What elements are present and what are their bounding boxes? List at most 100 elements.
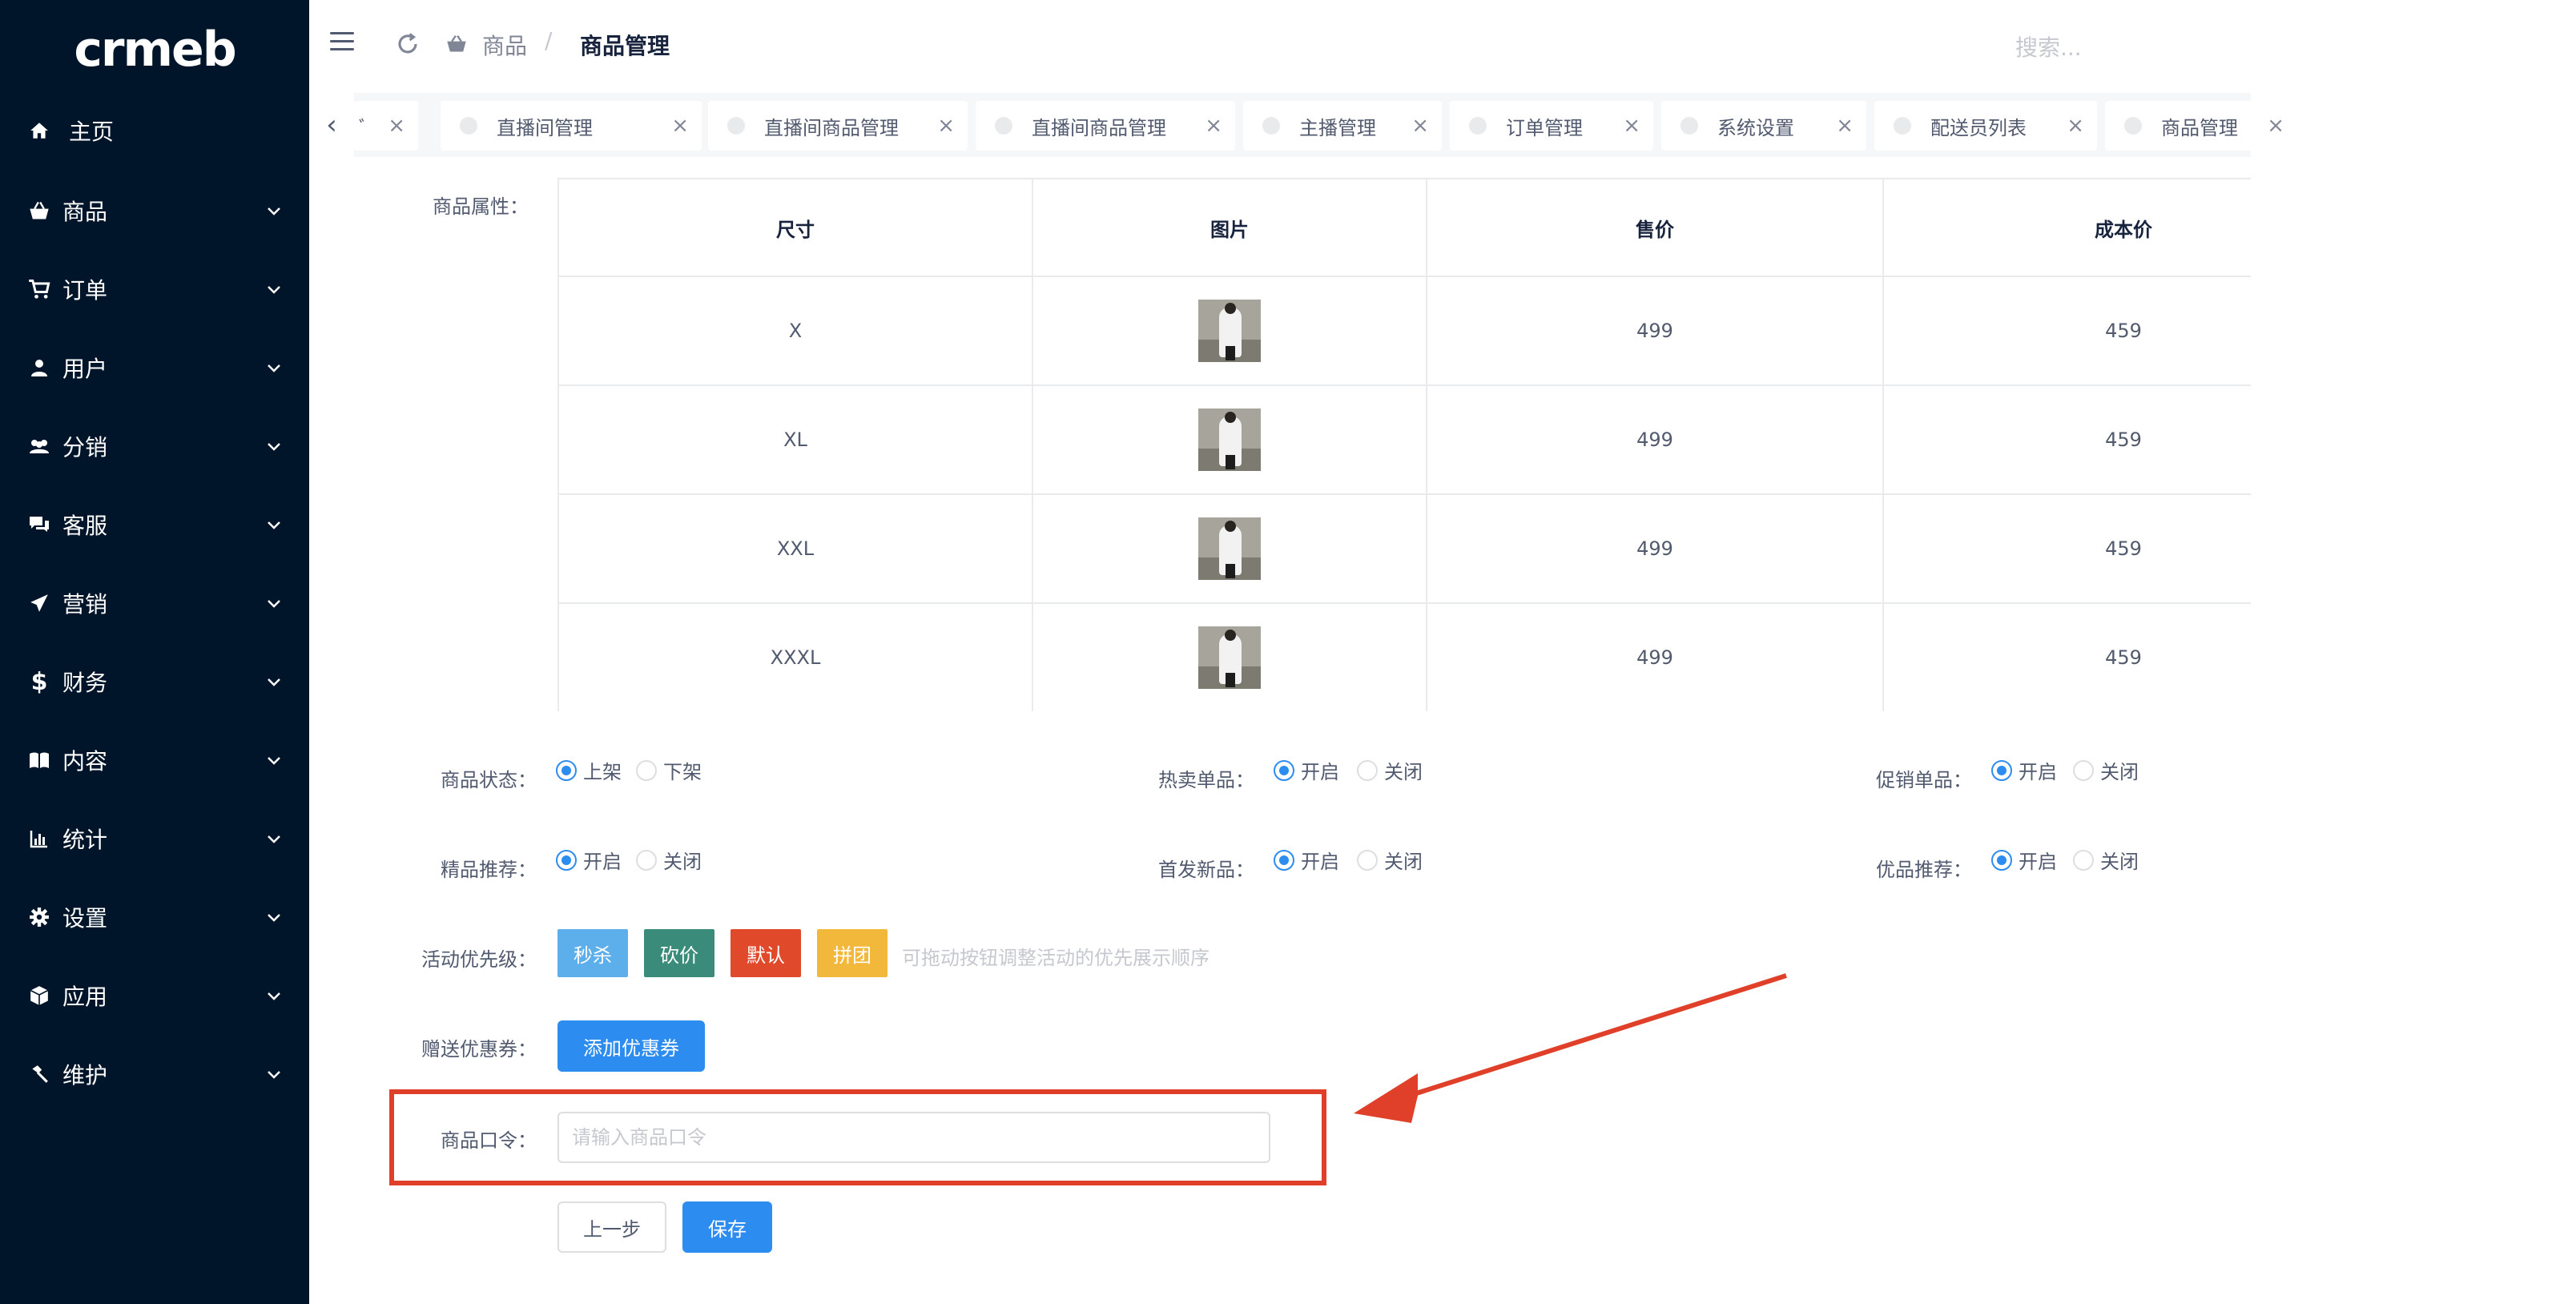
sidebar-item-service[interactable]: 客服 <box>0 485 309 564</box>
good-on-radio[interactable]: 开启 <box>1991 846 2057 874</box>
search-input[interactable]: 搜索... <box>2015 30 2082 62</box>
sidebar-item-marketing[interactable]: 营销 <box>0 564 309 642</box>
tab-delivery[interactable]: 配送员列表 × <box>1874 101 2097 151</box>
tab-dot <box>2124 117 2142 135</box>
best-on-radio[interactable]: 开启 <box>556 846 622 874</box>
tab-live-goods-2[interactable]: 直播间商品管理 × <box>976 101 1235 151</box>
sidebar-item-stats[interactable]: 统计 <box>0 799 309 878</box>
best-off-radio[interactable]: 关闭 <box>636 846 702 874</box>
product-thumbnail[interactable] <box>1198 300 1261 362</box>
table-header-size: 尺寸 <box>559 179 1033 277</box>
product-thumbnail[interactable] <box>1198 517 1261 580</box>
table-cell-size: XL <box>559 386 1033 495</box>
hammer-icon <box>27 1062 51 1086</box>
hot-on-radio[interactable]: 开启 <box>1274 756 1339 784</box>
priority-label: 活动优先级： <box>421 948 537 971</box>
tab-partial[interactable]: ﾞ × <box>354 101 418 151</box>
new-off-radio[interactable]: 关闭 <box>1357 846 1423 874</box>
tab-system[interactable]: 系统设置 × <box>1661 101 1866 151</box>
radio-label: 开启 <box>2019 851 2057 873</box>
new-on-radio[interactable]: 开启 <box>1274 846 1339 874</box>
send-icon <box>27 591 51 615</box>
radio-label: 关闭 <box>663 851 702 873</box>
sidebar-item-label: 财务 <box>62 670 108 696</box>
product-thumbnail[interactable] <box>1198 409 1261 471</box>
sidebar: crmeb 主页 商品 订单 用户 分销 客服 营销 $ 财务 内容 统计 设置… <box>0 0 309 1304</box>
radio-label: 开启 <box>1301 761 1339 783</box>
sidebar-item-content[interactable]: 内容 <box>0 721 309 799</box>
status-off-radio[interactable]: 下架 <box>636 756 702 784</box>
chevron-down-icon <box>268 364 280 372</box>
tab-label: 系统设置 <box>1717 116 1794 139</box>
breadcrumb-item[interactable]: 商品 <box>482 29 527 61</box>
logo[interactable]: crmeb <box>0 21 309 78</box>
add-coupon-button[interactable]: 添加优惠券 <box>557 1020 705 1072</box>
tab-live-goods[interactable]: 直播间商品管理 × <box>708 101 968 151</box>
product-thumbnail[interactable] <box>1198 626 1261 689</box>
menu-toggle-icon[interactable] <box>330 32 354 51</box>
radio-label: 关闭 <box>1384 851 1423 873</box>
priority-tag-default[interactable]: 默认 <box>731 929 801 977</box>
table-cell-cost: 459 <box>1884 604 2251 711</box>
tab-label: 订单管理 <box>1506 116 1583 139</box>
tab-orders[interactable]: 订单管理 × <box>1450 101 1653 151</box>
close-icon[interactable]: × <box>2067 114 2084 138</box>
tab-partial-label: ﾞ <box>359 116 368 139</box>
sidebar-item-user[interactable]: 用户 <box>0 328 309 407</box>
sidebar-item-finance[interactable]: $ 财务 <box>0 642 309 721</box>
tabs-prev-button[interactable]: ‹ <box>309 93 354 157</box>
sidebar-item-settings[interactable]: 设置 <box>0 878 309 956</box>
group-icon <box>27 434 51 458</box>
sidebar-item-label: 设置 <box>62 905 108 932</box>
table-header-image: 图片 <box>1033 179 1427 277</box>
save-button[interactable]: 保存 <box>682 1201 772 1253</box>
table-cell-cost: 459 <box>1884 277 2251 386</box>
sidebar-item-maintain[interactable]: 维护 <box>0 1035 309 1113</box>
good-off-radio[interactable]: 关闭 <box>2073 846 2139 874</box>
refresh-icon[interactable] <box>396 32 420 56</box>
promo-off-radio[interactable]: 关闭 <box>2073 756 2139 784</box>
basket-icon <box>447 35 466 52</box>
close-icon[interactable]: × <box>2267 114 2284 138</box>
close-icon[interactable]: × <box>1623 114 1640 138</box>
chat-icon <box>27 513 51 537</box>
table-cell-price: 499 <box>1427 386 1884 495</box>
prev-step-button[interactable]: 上一步 <box>557 1201 666 1253</box>
chevron-down-icon <box>268 521 280 529</box>
tab-product-manage[interactable]: 商品管理 × <box>2105 101 2297 151</box>
sidebar-item-order[interactable]: 订单 <box>0 250 309 328</box>
tab-dot <box>995 117 1012 135</box>
promo-on-radio[interactable]: 开启 <box>1991 756 2057 784</box>
sidebar-item-distribution[interactable]: 分销 <box>0 407 309 485</box>
close-icon[interactable]: × <box>671 114 689 138</box>
chevron-down-icon <box>268 992 280 1000</box>
status-on-radio[interactable]: 上架 <box>556 756 622 784</box>
good-label: 优品推荐： <box>1876 859 1972 881</box>
priority-tag-group[interactable]: 拼团 <box>817 929 888 977</box>
close-icon[interactable]: × <box>937 114 955 138</box>
sidebar-item-product[interactable]: 商品 <box>0 171 309 250</box>
close-icon[interactable]: × <box>1411 114 1429 138</box>
table-cell-image <box>1033 386 1427 495</box>
tab-label: 直播间商品管理 <box>764 116 899 139</box>
table-cell-size: XXL <box>559 495 1033 604</box>
sidebar-item-label: 应用 <box>62 984 108 1010</box>
priority-tag-seckill[interactable]: 秒杀 <box>557 929 628 977</box>
table-cell-price: 499 <box>1427 277 1884 386</box>
close-icon[interactable]: × <box>1836 114 1854 138</box>
table-cell-image <box>1033 604 1427 711</box>
hot-off-radio[interactable]: 关闭 <box>1357 756 1423 784</box>
close-icon[interactable]: × <box>1205 114 1222 138</box>
sidebar-item-home[interactable]: 主页 <box>0 91 309 170</box>
tabs-bar: ﾞ × 直播间管理 × 直播间商品管理 × 直播间商品管理 × 主播管理 × 订… <box>309 93 2297 157</box>
table-cell-price: 499 <box>1427 604 1884 711</box>
best-label: 精品推荐： <box>441 859 537 881</box>
tab-dot <box>1262 117 1280 135</box>
table-cell-cost: 459 <box>1884 495 2251 604</box>
close-icon[interactable]: × <box>388 114 405 138</box>
tab-anchor[interactable]: 主播管理 × <box>1243 101 1442 151</box>
radio-label: 关闭 <box>2100 761 2139 783</box>
sidebar-item-apps[interactable]: 应用 <box>0 956 309 1035</box>
priority-tag-bargain[interactable]: 砍价 <box>644 929 714 977</box>
tab-live-room[interactable]: 直播间管理 × <box>441 101 702 151</box>
